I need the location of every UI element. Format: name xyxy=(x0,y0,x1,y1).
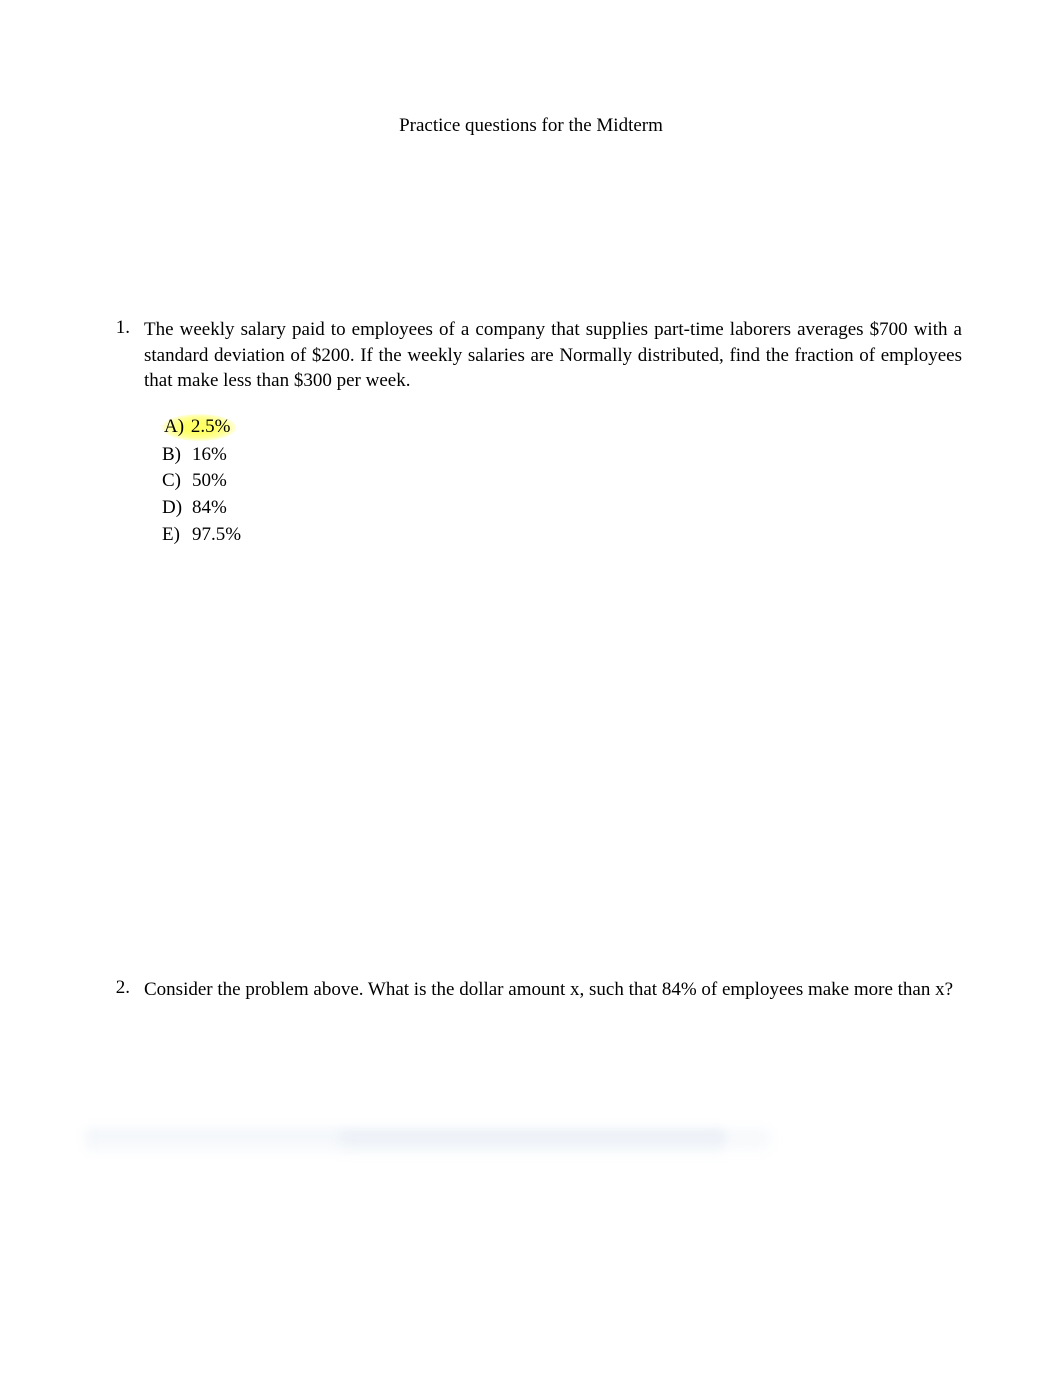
question-2: 2. Consider the problem above. What is t… xyxy=(100,977,962,1003)
option-a: A) 2.5% xyxy=(162,414,962,441)
question-block-2: 2. Consider the problem above. What is t… xyxy=(100,977,962,1003)
blur-overlay xyxy=(340,1130,770,1152)
option-d: D) 84% xyxy=(162,496,962,521)
option-c: C) 50% xyxy=(162,469,962,494)
option-letter: E) xyxy=(162,523,190,548)
question-text: Consider the problem above. What is the … xyxy=(144,977,962,1003)
option-value: 16% xyxy=(192,443,227,468)
page-title: Practice questions for the Midterm xyxy=(100,115,962,137)
option-letter: B) xyxy=(162,443,190,468)
question-1: 1. The weekly salary paid to employees o… xyxy=(100,317,962,394)
option-letter: D) xyxy=(162,496,190,521)
question-block-1: 1. The weekly salary paid to employees o… xyxy=(100,317,962,547)
option-value: 2.5% xyxy=(191,416,231,437)
option-value: 97.5% xyxy=(192,523,241,548)
option-value: 50% xyxy=(192,469,227,494)
option-letter: C) xyxy=(162,469,190,494)
option-value: 84% xyxy=(192,496,227,521)
option-e: E) 97.5% xyxy=(162,523,962,548)
question-text: The weekly salary paid to employees of a… xyxy=(144,317,962,394)
options-list: A) 2.5% B) 16% C) 50% D) 84% E) 97.5% xyxy=(162,414,962,547)
option-letter: A) xyxy=(164,416,184,437)
highlight-marker: A) 2.5% xyxy=(162,414,236,441)
question-number: 2. xyxy=(100,977,130,999)
option-b: B) 16% xyxy=(162,443,962,468)
question-number: 1. xyxy=(100,317,130,339)
document-page: Practice questions for the Midterm 1. Th… xyxy=(0,0,1062,1003)
